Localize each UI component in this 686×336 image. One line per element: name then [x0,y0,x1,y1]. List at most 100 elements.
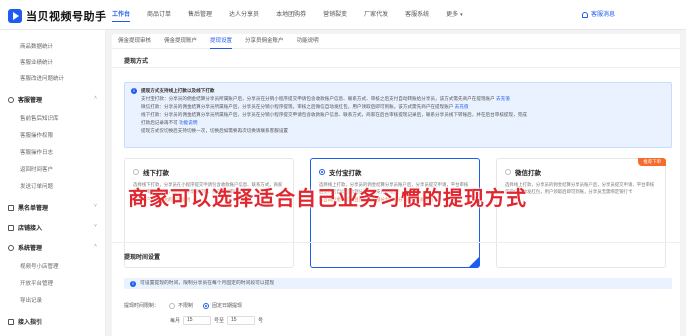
topnav-sharers[interactable]: 达人分享员 [229,0,259,30]
sidebar: 商品数据统计 客服业绩统计 客服改进问题统计 客服管理 ˄ 售前售后知识库 客服… [0,30,106,336]
radio-fixed-date[interactable] [203,302,210,309]
option-label: 固定日期提现 [212,303,243,309]
time-limit-label: 提现时间限制： [124,303,160,309]
topnav-dropship[interactable]: 厂家代发 [364,0,388,30]
tab-feature-guide[interactable]: 功能说明 [297,34,319,49]
radio-wechat[interactable] [505,169,511,175]
from-day-input[interactable]: 15 [183,316,212,325]
app-logo[interactable]: 当贝视频号助手 [8,8,107,24]
sidebar-item-cs-permissions[interactable]: 客服操作权限 [20,131,53,139]
sidebar-item-knowledge-base[interactable]: 售前售后知识库 [20,114,59,122]
card-header: 线下打款 [133,167,285,177]
chevron-down-icon: ˅ [94,203,97,209]
selected-check-icon [469,257,479,267]
sidebar-group-label: 系统管理 [18,246,43,252]
option-unlimited[interactable]: 不限制 [169,302,193,309]
guide-icon [8,318,14,325]
chevron-down-icon: ˅ [94,223,97,229]
sidebar-item-export-records[interactable]: 导出记录 [20,296,42,304]
sidebar-item-return-customers[interactable]: 返回时间客户 [20,165,53,173]
time-notice: i 可设置提现的时间，限制分享员在每个月固定的时间段可以提现 [124,278,672,289]
sidebar-group-label: 黑名单管理 [18,206,49,212]
app-logo-icon [8,9,22,23]
divider [112,67,680,68]
bell-icon [582,12,588,18]
radio-offline[interactable] [133,169,139,175]
gear-icon [8,244,14,251]
top-bar: 当贝视频号助手 工作台 商品订单 售后管理 达人分享员 本地团购券 营销裂变 厂… [0,0,686,30]
topnav-orders[interactable]: 商品订单 [147,0,171,30]
sidebar-group-system[interactable]: 系统管理 [8,243,42,252]
sidebar-item-product-stats[interactable]: 商品数据统计 [20,42,53,50]
notice-line: 提现方式支持线上打款以及线下打款 [141,88,215,93]
sidebar-item-order-issues[interactable]: 发送订单问题 [20,182,53,190]
topnav-workbench[interactable]: 工作台 [112,0,131,30]
card-title: 支付宝打款 [329,170,362,177]
notice-line: 微信打款：分享员的佣金结算分享员所属账户后，分享员在分销小程序提现，审核之后微信… [141,104,469,109]
card-header: 支付宝打款 [319,167,471,177]
card-title: 线下打款 [143,170,169,177]
tab-withdraw-accounts[interactable]: 佣金提现账户 [164,34,197,49]
app-title: 当贝视频号助手 [26,11,107,23]
sidebar-item-shop-management[interactable]: 视频号小店管理 [20,262,59,270]
time-limit-row: 提现时间限制： 不限制 固定日期提现 [124,302,242,309]
time-notice-text: 可设置提现的时间，限制分享员在每个月固定的时间段可以提现 [140,281,275,286]
withdraw-option-alipay[interactable]: 支付宝打款 选择线上打款，分享员的佣金结算分享员账户后，分享员提交申请，平台审核… [310,158,480,268]
unit-label: 号 [258,318,264,324]
top-nav: 工作台 商品订单 售后管理 达人分享员 本地团购券 营销裂变 厂家代发 客服系统… [112,0,480,30]
tab-sharer-commission[interactable]: 分享员佣金账户 [245,34,284,49]
section-title-withdraw-time: 提现时间设置 [124,255,161,261]
store-icon [8,224,14,231]
sidebar-group-cs-management[interactable]: 客服管理 [8,95,42,104]
section-title-withdraw-method: 提现方式 [124,59,149,65]
tab-withdraw-settings[interactable]: 提现设置 [210,34,233,49]
option-fixed-date[interactable]: 固定日期提现 [203,302,242,309]
date-range-row: 每月 15 号至 15 号 [170,316,263,325]
sidebar-item-cs-logs[interactable]: 客服操作日志 [20,148,53,156]
radio-unlimited[interactable] [169,302,176,309]
sidebar-group-label: 客服管理 [18,98,43,104]
sidebar-group-blacklist[interactable]: 黑名单管理 [8,203,48,212]
topnav-more-label: 更多 [446,12,459,18]
sidebar-group-access-guide[interactable]: 接入指引 [8,317,42,326]
recharge-link[interactable]: 去充值 [496,96,510,101]
sidebar-group-label: 接入指引 [18,320,43,326]
sidebar-item-open-platform[interactable]: 开放平台管理 [20,279,53,287]
chevron-up-icon: ˄ [94,243,97,249]
sidebar-group-label: 店铺接入 [18,226,43,232]
card-title: 微信打款 [515,170,541,177]
topnav-marketing[interactable]: 营销裂变 [323,0,347,30]
withdraw-notice: i 提现方式支持线上打款以及线下打款 支付宝打款：分享员的佣金结算分享员所属账户… [124,82,672,148]
radio-alipay[interactable] [319,169,325,175]
topnav-more[interactable]: 更多 ▾ [446,0,463,30]
recharge-link[interactable]: 去充值 [455,104,469,109]
topnav-cs-system[interactable]: 客服系统 [405,0,429,30]
tab-withdraw-review[interactable]: 佣金提现审核 [118,34,151,49]
notice-line: 支付宝打款：分享员的佣金结算分享员所属账户后，分享员在分销小程序提交申请包含收款… [141,96,510,101]
feature-guide-link[interactable]: 功能说明 [179,120,197,125]
notice-line: 打款后记录再不可 功能说明 [141,120,198,125]
topnav-aftersale[interactable]: 售后管理 [188,0,212,30]
sidebar-group-store-access[interactable]: 店铺接入 [8,223,42,232]
sub-tabs: 佣金提现审核 佣金提现账户 提现设置 分享员佣金账户 功能说明 [112,34,680,49]
sidebar-item-cs-performance[interactable]: 客服业绩统计 [20,58,53,66]
option-label: 不限制 [178,303,194,309]
to-label: 号至 [214,318,225,324]
topnav-local-coupons[interactable]: 本地团购券 [276,0,306,30]
card-header: 微信打款 [505,167,657,177]
overlay-caption: 商家可以选择适合自己业务习惯的提现方式 [128,188,527,210]
sidebar-item-cs-issues[interactable]: 客服改进问题统计 [20,74,64,82]
to-day-input[interactable]: 15 [227,316,256,325]
card-description: 选择线上打款，分享员的佣金结算分享员账户后，分享员提交申请，平台审核后微信自动发… [505,182,655,194]
service-messages[interactable]: 客服消息 [582,0,615,30]
service-messages-label: 客服消息 [591,12,616,18]
divider [112,242,680,243]
info-icon: i [131,88,137,94]
notice-line: 线下打款：分享员的佣金结算分享员所属账户后，分享员在分销小程序提交申请包含收款账… [141,112,527,117]
chevron-down-icon: ▾ [460,12,463,18]
info-icon: i [130,280,136,287]
chevron-up-icon: ˄ [94,95,97,101]
withdraw-option-wechat[interactable]: 推荐下单 微信打款 选择线上打款，分享员的佣金结算分享员账户后，分享员提交申请，… [496,158,666,268]
blacklist-icon [8,204,14,211]
month-label: 每月 [170,318,181,324]
